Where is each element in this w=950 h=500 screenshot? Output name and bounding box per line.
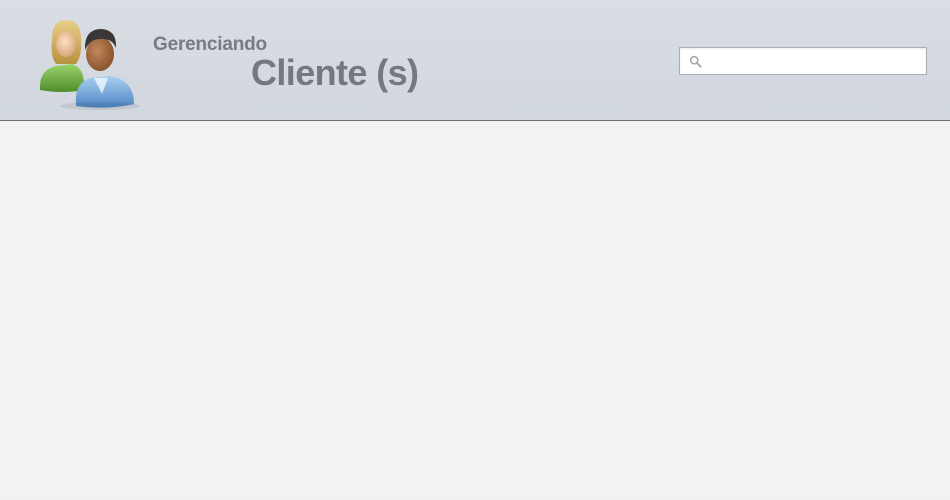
main-content-area: [0, 121, 950, 500]
search-input[interactable]: [706, 48, 922, 74]
search-icon: [689, 55, 702, 68]
page-header: Gerenciando Cliente (s): [0, 0, 950, 121]
search-field[interactable]: [679, 47, 927, 75]
page-subtitle: Gerenciando: [153, 34, 267, 55]
page-title: Cliente (s): [251, 52, 419, 93]
users-icon: [36, 14, 144, 110]
